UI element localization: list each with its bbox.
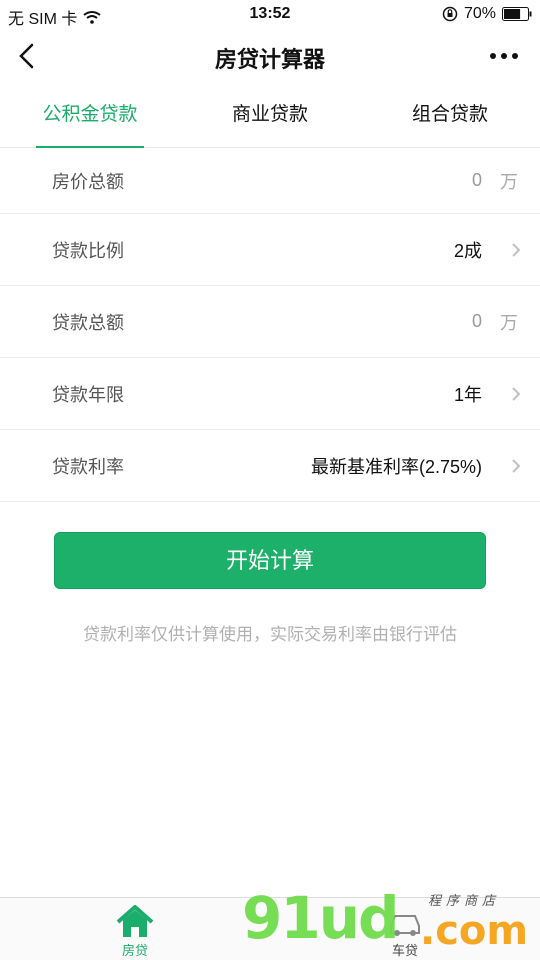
tab-bar-label-car-loan: 车贷 bbox=[391, 943, 418, 958]
loan-ratio-row[interactable]: 贷款比例 2成 bbox=[0, 214, 540, 286]
page-title: 房贷计算器 bbox=[214, 47, 325, 72]
status-right: 70% bbox=[442, 5, 532, 23]
loan-form: 房价总额 万 贷款比例 2成 贷款总额 万 贷款年限 1年 贷款利率 最新基准利… bbox=[0, 148, 540, 502]
interest-rate-row[interactable]: 贷款利率 最新基准利率(2.75%) bbox=[0, 430, 540, 502]
chevron-left-icon bbox=[19, 43, 34, 69]
loan-amount-unit: 万 bbox=[500, 312, 518, 333]
interest-rate-value: 最新基准利率(2.75%) bbox=[310, 456, 482, 477]
chevron-right-icon bbox=[512, 386, 521, 401]
car-icon bbox=[390, 915, 420, 936]
rate-disclaimer: 贷款利率仅供计算使用，实际交易利率由银行评估 bbox=[83, 625, 457, 644]
house-price-unit: 万 bbox=[500, 171, 518, 192]
tab-combined-loan[interactable]: 组合贷款 bbox=[360, 82, 540, 147]
status-bar: 无 SIM 卡 13:52 70% bbox=[0, 0, 540, 30]
loan-term-label: 贷款年限 bbox=[52, 384, 124, 405]
chevron-right-icon bbox=[512, 242, 521, 257]
house-price-row: 房价总额 万 bbox=[0, 148, 540, 214]
loan-amount-input[interactable] bbox=[302, 304, 482, 339]
battery-icon bbox=[502, 7, 532, 21]
loan-ratio-label: 贷款比例 bbox=[52, 240, 124, 261]
interest-rate-label: 贷款利率 bbox=[52, 456, 124, 477]
nav-bar: 房贷计算器 bbox=[0, 30, 540, 82]
loan-type-tabs: 公积金贷款 商业贷款 组合贷款 bbox=[0, 82, 540, 148]
tab-commercial-loan[interactable]: 商业贷款 bbox=[180, 82, 360, 147]
house-price-input[interactable] bbox=[302, 163, 482, 198]
tab-bar-item-car-loan[interactable]: 车贷 bbox=[270, 898, 540, 960]
battery-percent: 70% bbox=[463, 5, 496, 22]
loan-term-value: 1年 bbox=[453, 384, 482, 405]
loan-amount-label: 贷款总额 bbox=[52, 312, 124, 333]
bottom-tab-bar: 房贷 车贷 bbox=[0, 897, 540, 960]
loan-amount-row: 贷款总额 万 bbox=[0, 286, 540, 358]
tab-bar-item-mortgage[interactable]: 房贷 bbox=[0, 898, 270, 960]
loan-ratio-value: 2成 bbox=[453, 240, 482, 261]
chevron-right-icon bbox=[512, 458, 521, 473]
start-calculation-button[interactable]: 开始计算 bbox=[54, 532, 486, 589]
tab-bar-label-mortgage: 房贷 bbox=[121, 943, 148, 958]
orientation-lock-icon bbox=[442, 6, 458, 22]
house-price-label: 房价总额 bbox=[52, 171, 124, 192]
more-dots-icon bbox=[490, 53, 518, 59]
tab-provident-fund-loan[interactable]: 公积金贷款 bbox=[0, 82, 180, 148]
more-button[interactable] bbox=[488, 44, 520, 68]
back-button[interactable] bbox=[14, 40, 44, 72]
house-icon bbox=[116, 905, 154, 937]
loan-term-row[interactable]: 贷款年限 1年 bbox=[0, 358, 540, 430]
